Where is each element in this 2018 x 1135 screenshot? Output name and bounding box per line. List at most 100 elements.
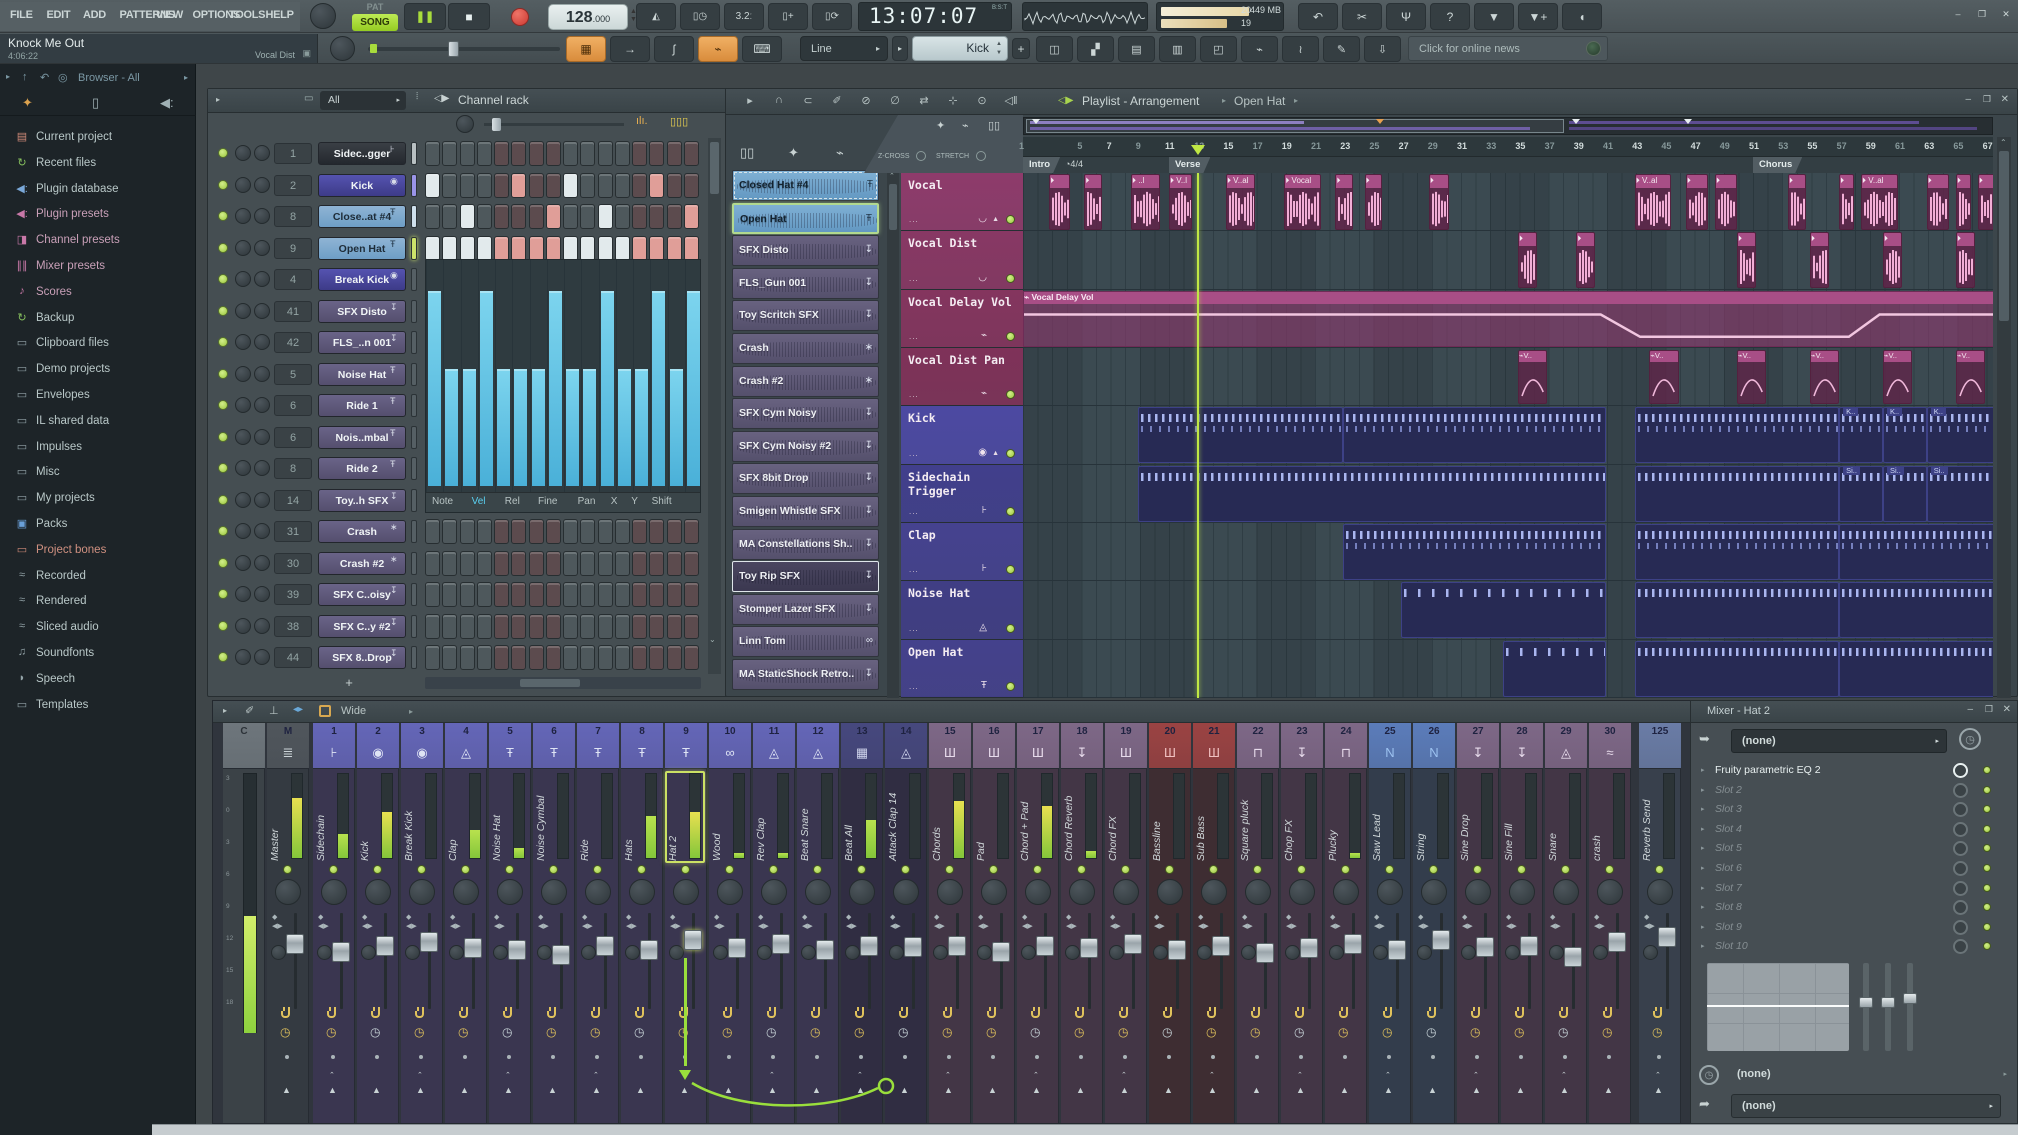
step-cell[interactable] [649,519,665,544]
step-cell[interactable] [666,550,682,576]
pattern-selector[interactable]: Kick ▲ ▼ [912,36,1008,61]
browser-item-channel-presets[interactable]: ◨ Channel presets [0,229,196,254]
step-cell[interactable] [683,235,699,261]
mixer-strip-pad[interactable]: 16 Ш Pad ◆ ◀▶ ◷ ▲ [973,723,1015,1123]
strip-fader-handle[interactable] [992,941,1010,962]
strip-enable-led[interactable] [593,865,602,874]
step-cell[interactable] [597,172,613,198]
step-cell[interactable] [597,204,613,229]
strip-arrow-small-icon[interactable]: ⌃ [1033,1071,1039,1079]
strip-clock-icon[interactable]: ◷ [1514,1025,1524,1039]
channel-volume-knob[interactable] [254,271,270,287]
channel-enable-led[interactable] [218,305,228,316]
pattern-clip[interactable] [1634,407,1840,464]
picker-item-sfx-cym-noisy[interactable]: SFX Cym Noisy ↧ [732,398,879,430]
strip-stereo-knob[interactable] [1549,945,1564,960]
step-cell[interactable] [528,204,544,229]
step-cell[interactable] [683,172,699,198]
slot-mix-knob[interactable] [1953,782,1968,798]
track-enable-led[interactable] [1006,565,1015,575]
strip-header[interactable]: 30 ≈ [1589,723,1631,769]
mixer-strip-square-pluck[interactable]: 22 ⊓ Square pluck ◆ ◀▶ ◷ ▲ [1237,723,1279,1123]
step-cell[interactable] [614,582,630,607]
marker-verse[interactable]: Verse [1169,157,1210,173]
channel-pan-knob[interactable] [235,334,251,350]
pan-automation-clip[interactable]: ⌁V.. [1809,349,1840,404]
pattern-clip[interactable] [1839,523,1993,580]
browser-item-project-bones[interactable]: ▭ Project bones [0,539,196,564]
channel-number-box[interactable]: 30 [274,552,312,574]
slot-expand-icon[interactable]: ▸ [1701,903,1705,911]
strip-sep-icon[interactable]: ◆ ◀▶ [1022,913,1033,931]
strip-fader-handle[interactable] [596,935,614,956]
step-cell[interactable] [649,235,665,261]
pattern-clip[interactable] [1138,407,1343,464]
track-menu-dots[interactable]: ... [909,332,919,341]
channel-pan-knob[interactable] [235,176,251,193]
step-cell[interactable] [494,141,509,166]
menu-item-edit[interactable]: EDIT [47,9,83,21]
step-cell[interactable] [580,141,596,166]
channel-volume-knob[interactable] [254,302,270,319]
step-cell[interactable] [459,141,475,166]
step-cell[interactable] [545,519,561,544]
strip-stereo-knob[interactable] [1285,945,1300,960]
strip-stereo-knob[interactable] [889,945,904,960]
zcross-toggle[interactable] [916,151,926,161]
audio-clip[interactable]: ⏵ [1685,174,1708,230]
strip-fader-handle[interactable] [332,941,350,962]
step-cell[interactable] [545,582,561,607]
strip-header[interactable]: 18 ↧ [1061,723,1103,769]
channel-pan-knob[interactable] [235,617,251,634]
channel-pan-knob[interactable] [235,460,251,476]
strip-sep-icon[interactable]: ◆ ◀▶ [318,913,329,931]
mixer-strip-noise-cymbal[interactable]: 6 Ŧ Noise Cymbal ◆ ◀▶ ◷ ▲ [533,723,575,1123]
strip-clock-icon[interactable]: ◷ [590,1025,600,1039]
step-cell[interactable] [614,172,630,198]
strip-pan-knob[interactable] [1157,879,1183,905]
strip-arrow-small-icon[interactable]: ⌃ [1473,1071,1479,1079]
strip-enable-led[interactable] [283,865,292,874]
step-cell[interactable] [563,582,578,607]
time-display[interactable]: 13:07:07 B:S:T [858,2,1012,31]
slot-mix-knob[interactable] [1953,919,1968,935]
strip-pan-knob[interactable] [1113,879,1139,905]
channel-enable-led[interactable] [218,589,228,599]
strip-pan-knob[interactable] [541,879,567,905]
plugin-slot-6[interactable]: ▸ Slot 6 [1691,859,2017,878]
strip-pan-knob[interactable] [1465,879,1491,905]
strip-header[interactable]: 3 ◉ [401,723,443,769]
strip-route-arrow-icon[interactable]: ▲ [1384,1085,1393,1095]
panel-minimize-icon[interactable]: – [1967,704,1973,715]
strip-sep-icon[interactable]: ◆ ◀▶ [670,913,681,931]
step-cell[interactable] [545,204,561,229]
plugin-slot-2[interactable]: ▸ Slot 2 [1691,781,2017,800]
playlist-track-header-kick[interactable]: Kick... ◉ ▲ [901,406,1023,465]
pan-automation-clip[interactable]: ⌁V.. [1882,349,1913,404]
channel-number-box[interactable]: 42 [274,332,312,353]
strip-arrow-small-icon[interactable]: ⌃ [417,1071,423,1079]
strip-sep-icon[interactable]: ◆ ◀▶ [758,913,769,931]
track-menu-dots[interactable]: ... [909,274,919,283]
close-icon[interactable]: ✕ [1996,7,2016,23]
step-cell[interactable] [425,204,440,229]
step-cell[interactable] [614,235,630,261]
eq-mini-slider-handle[interactable] [1903,993,1917,1004]
step-cell[interactable] [683,550,699,576]
step-cell[interactable] [459,519,475,544]
picker-item-crash-2[interactable]: Crash #2 ∗ [732,365,879,397]
rack-swing-knob[interactable] [456,115,474,133]
menu-item-file[interactable]: FILE [10,9,46,21]
channel-number-box[interactable]: 6 [274,426,312,448]
mixer-strip-reverb-send[interactable]: 125 Reverb Send ◆ ◀▶ ◷ ⌃ ▲ [1639,723,1681,1123]
audio-clip[interactable]: ⏵ [1576,232,1596,289]
strip-enable-led[interactable] [1385,865,1394,874]
channel-number-box[interactable]: 6 [274,395,312,416]
step-cell[interactable] [563,141,578,166]
playlist-track-header-sidechain-trigger[interactable]: Sidechain Trigger... ⊦ [901,464,1023,523]
strip-header[interactable]: 6Ŧ [533,723,575,769]
strip-pan-knob[interactable] [585,879,611,905]
step-cell[interactable] [563,172,578,198]
browser-item-il-shared-data[interactable]: ▭ IL shared data [0,410,196,435]
picker-item-ma-constellations-sh-[interactable]: MA Constellations Sh.. ↧ [732,528,879,560]
